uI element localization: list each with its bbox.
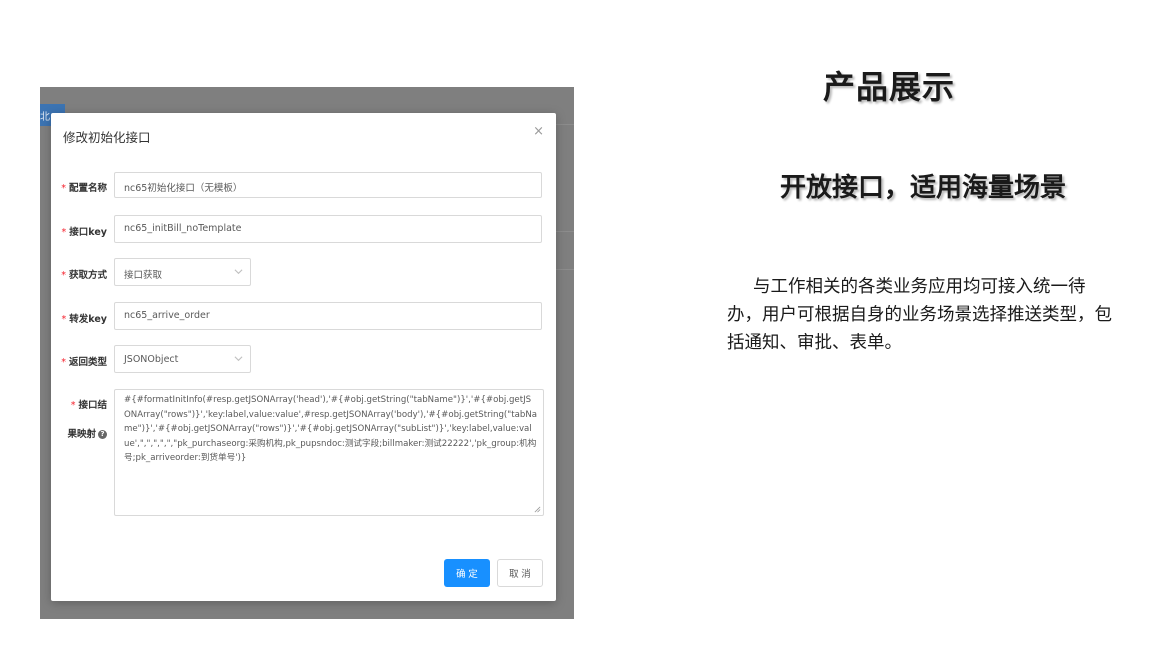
- interface-key-label-text: 接口key: [69, 227, 107, 238]
- return-type-value: JSONObject: [124, 354, 179, 365]
- fetch-method-select[interactable]: 接口获取: [114, 258, 251, 286]
- result-mapping-label-line2: 果映射: [67, 429, 96, 440]
- required-mark: *: [61, 183, 66, 194]
- required-mark: *: [61, 314, 67, 325]
- result-mapping-textarea[interactable]: #{#formatInitInfo(#resp.getJSONArray('he…: [114, 389, 544, 516]
- config-name-label: * 配置名称: [61, 180, 107, 194]
- resize-handle-icon[interactable]: [534, 506, 541, 513]
- required-mark: *: [61, 357, 66, 368]
- return-type-label: * 返回类型: [61, 354, 107, 368]
- return-type-select[interactable]: JSONObject: [114, 345, 251, 373]
- result-mapping-label-line1: 接口结: [78, 400, 107, 411]
- description: 与工作相关的各类业务应用均可接入统一待办，用户可根据自身的业务场景选择推送类型，…: [727, 273, 1119, 357]
- fetch-method-value: 接口获取: [124, 270, 163, 281]
- background-button-label: 北: [40, 112, 50, 123]
- config-name-label-text: 配置名称: [68, 183, 107, 194]
- forward-key-label: * 转发key: [62, 311, 107, 325]
- chevron-down-icon: [234, 269, 243, 275]
- result-mapping-label: * 接口结: [71, 397, 107, 411]
- page-title: 产品展示: [822, 68, 955, 106]
- chevron-down-icon: [234, 356, 243, 362]
- config-name-input[interactable]: nc65初始化接口（无模板）: [114, 172, 542, 198]
- required-mark: *: [61, 270, 66, 281]
- close-icon[interactable]: ×: [533, 124, 544, 139]
- edit-init-interface-modal: 修改初始化接口 × * 配置名称 nc65初始化接口（无模板） * 接口key nc…: [51, 113, 556, 601]
- forward-key-input[interactable]: nc65_arrive_order: [114, 302, 542, 330]
- cancel-button[interactable]: 取 消: [497, 559, 543, 587]
- description-text: 与工作相关的各类业务应用均可接入统一待办，用户可根据自身的业务场景选择推送类型，…: [727, 277, 1112, 353]
- page-subtitle: 开放接口，适用海量场景: [779, 173, 1066, 203]
- result-mapping-label-2: 果映射?: [67, 426, 107, 440]
- return-type-label-text: 返回类型: [68, 357, 107, 368]
- confirm-button[interactable]: 确 定: [444, 559, 490, 587]
- help-icon[interactable]: ?: [98, 430, 107, 439]
- interface-key-label: * 接口key: [62, 224, 107, 238]
- fetch-method-label: * 获取方式: [61, 267, 107, 281]
- result-mapping-value: #{#formatInitInfo(#resp.getJSONArray('he…: [124, 395, 538, 463]
- required-mark: *: [61, 227, 67, 238]
- required-mark: *: [70, 400, 76, 411]
- modal-title: 修改初始化接口: [63, 130, 151, 145]
- forward-key-label-text: 转发key: [69, 314, 107, 325]
- interface-key-input[interactable]: nc65_initBill_noTemplate: [114, 215, 542, 243]
- fetch-method-label-text: 获取方式: [68, 270, 107, 281]
